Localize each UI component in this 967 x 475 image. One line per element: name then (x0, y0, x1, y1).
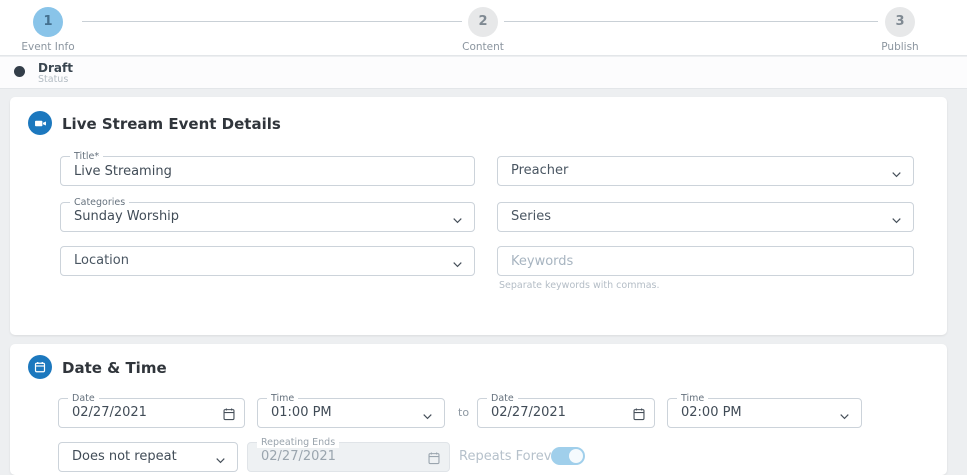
step-number[interactable]: 3 (885, 7, 915, 37)
status-bar: Draft Status (0, 57, 967, 89)
keywords-helper-text: Separate keywords with commas. (499, 280, 660, 291)
repeating-ends-label: Repeating Ends (257, 437, 339, 448)
step-number[interactable]: 2 (468, 7, 498, 37)
step-label: Content (423, 41, 543, 53)
keywords-input[interactable] (498, 247, 913, 275)
status-value: Draft (38, 61, 73, 75)
repeat-select-value: Does not repeat (59, 443, 237, 471)
card-title: Date & Time (62, 359, 167, 377)
step-label: Publish (840, 41, 960, 53)
event-details-card: Live Stream Event Details Title* Preache… (10, 97, 947, 335)
categories-select-label: Categories (70, 197, 129, 208)
series-select-value: Series (498, 203, 913, 231)
end-time-select[interactable]: Time 02:00 PM (667, 398, 862, 428)
title-field[interactable]: Title* (60, 156, 475, 186)
wizard-stepper: 1 Event Info 2 Content 3 Publish (0, 0, 967, 56)
video-camera-icon (28, 111, 52, 135)
date-time-card: Date & Time Date 02/27/2021 Time 01:00 P… (10, 344, 947, 475)
categories-select[interactable]: Categories Sunday Worship (60, 202, 475, 232)
title-field-label: Title* (70, 151, 103, 162)
end-date-label: Date (487, 393, 518, 404)
location-select-value: Location (61, 247, 474, 275)
repeating-ends-field: Repeating Ends 02/27/2021 (247, 442, 450, 472)
step-number[interactable]: 1 (33, 7, 63, 37)
end-time-label: Time (677, 393, 708, 404)
step-event-info[interactable]: 1 Event Info (0, 7, 108, 53)
start-date-label: Date (68, 393, 99, 404)
keywords-field[interactable] (497, 246, 914, 276)
step-content[interactable]: 2 Content (423, 7, 543, 53)
series-select[interactable]: Series (497, 202, 914, 232)
start-time-select[interactable]: Time 01:00 PM (257, 398, 445, 428)
status-label: Status (38, 74, 68, 85)
title-input[interactable] (61, 157, 474, 185)
status-dot-icon (14, 66, 25, 77)
step-connector (504, 21, 878, 22)
repeats-forever-toggle[interactable] (551, 447, 585, 465)
start-time-label: Time (267, 393, 298, 404)
repeat-select[interactable]: Does not repeat (58, 442, 238, 472)
repeats-forever-label: Repeats Forever (459, 449, 565, 464)
card-title: Live Stream Event Details (62, 115, 281, 133)
step-publish[interactable]: 3 Publish (840, 7, 960, 53)
start-date-field[interactable]: Date 02/27/2021 (58, 398, 245, 428)
to-separator: to (458, 406, 469, 419)
preacher-select-value: Preacher (498, 157, 913, 185)
location-select[interactable]: Location (60, 246, 475, 276)
step-connector (82, 21, 462, 22)
calendar-icon (28, 355, 52, 379)
step-label: Event Info (0, 41, 108, 53)
end-date-field[interactable]: Date 02/27/2021 (477, 398, 655, 428)
preacher-select[interactable]: Preacher (497, 156, 914, 186)
